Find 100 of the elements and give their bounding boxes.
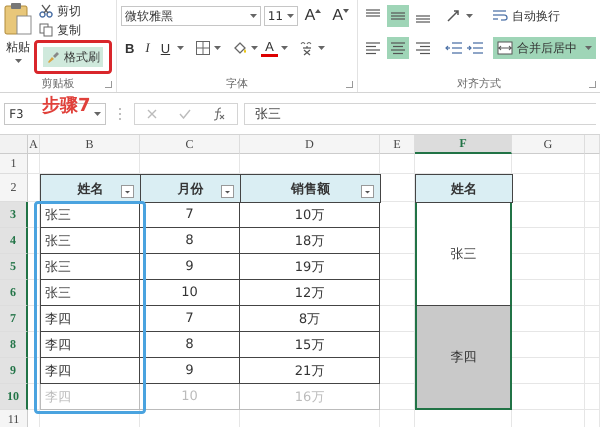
row-header[interactable]: 9 (0, 358, 28, 384)
table-cell: 10 (140, 280, 240, 306)
italic-button[interactable]: I (141, 40, 154, 56)
table-cell: 张三 (40, 254, 140, 280)
horizontal-align-button[interactable] (387, 37, 409, 59)
cut-button[interactable]: 剪切 (36, 2, 112, 20)
row-header[interactable]: 5 (0, 254, 28, 280)
borders-icon[interactable] (195, 40, 212, 56)
dropdown-arrow-icon[interactable] (286, 14, 294, 18)
grid-cell (28, 280, 40, 306)
dropdown-arrow-icon[interactable] (94, 112, 101, 116)
grid-cell (28, 384, 40, 410)
grid-cell (585, 174, 600, 202)
table-cell: 18万 (240, 228, 380, 254)
copy-icon (39, 23, 53, 37)
dropdown-arrow-icon[interactable] (214, 46, 222, 50)
row-header[interactable]: 2 (0, 174, 28, 202)
column-header[interactable]: A (28, 135, 40, 154)
shrink-font-button[interactable]: A (328, 7, 353, 25)
table-cell: 21万 (240, 358, 380, 384)
column-header[interactable]: C (140, 135, 240, 154)
grid-cell (585, 306, 600, 332)
dropdown-arrow-icon[interactable] (318, 46, 325, 50)
formula-field[interactable]: 张三 (244, 102, 596, 124)
wrap-text-button[interactable]: 自动换行 (488, 5, 564, 27)
underline-button[interactable]: U (156, 40, 174, 56)
grid-cell (28, 358, 40, 384)
increase-indent-icon[interactable] (466, 40, 484, 56)
format-painter-button[interactable]: 格式刷 (43, 47, 103, 67)
row-header[interactable]: 1 (0, 154, 28, 174)
paste-button[interactable]: 粘贴 (0, 0, 36, 74)
font-size-field[interactable]: 11 (264, 6, 298, 26)
dropdown-arrow-icon[interactable] (280, 46, 288, 50)
table-cell: 10 (140, 384, 240, 410)
grid-cell (585, 280, 600, 306)
table-cell: 李四 (40, 358, 140, 384)
row-header[interactable]: 4 (0, 228, 28, 254)
grid-cell (28, 254, 40, 280)
copy-button[interactable]: 复制 (36, 21, 112, 39)
dialog-launcher-icon[interactable] (346, 81, 353, 88)
dropdown-arrow-icon[interactable] (585, 46, 592, 50)
dialog-launcher-icon[interactable] (105, 81, 112, 88)
grid-cell (28, 154, 40, 174)
dropdown-arrow-icon[interactable] (466, 14, 473, 18)
insert-function-icon[interactable] (212, 106, 226, 120)
row-header[interactable]: 10 (0, 384, 28, 410)
decrease-indent-icon[interactable] (445, 40, 463, 56)
column-heading: 销售额 (291, 180, 330, 198)
column-header[interactable]: G (512, 135, 585, 154)
fill-bucket-icon[interactable] (232, 40, 248, 56)
merge-cells-icon (497, 41, 513, 55)
row-header[interactable]: 11 (0, 410, 28, 427)
grid-cell (585, 154, 600, 174)
column-header[interactable]: F (415, 135, 512, 154)
bold-button[interactable]: B (121, 40, 138, 56)
merged-cell: 李四 (415, 306, 512, 410)
filter-dropdown-icon[interactable] (221, 185, 234, 198)
wrap-text-icon (492, 9, 508, 23)
scissors-icon (39, 4, 53, 18)
grid-cell (585, 358, 600, 384)
merged-cell: 张三 (415, 202, 512, 306)
dropdown-arrow-icon[interactable] (251, 46, 258, 50)
font-color-button[interactable]: A (261, 40, 278, 56)
vertical-align-button[interactable] (387, 5, 409, 27)
merge-center-button[interactable]: 合并后居中 (493, 37, 596, 59)
table-cell: 张三 (40, 202, 140, 228)
brush-icon (46, 50, 60, 64)
column-header[interactable]: B (40, 135, 140, 154)
table-cell: 李四 (40, 384, 140, 410)
group-label: 对齐方式 (457, 76, 501, 90)
grid-cell (585, 384, 600, 410)
dropdown-arrow-icon[interactable] (177, 46, 184, 50)
grid-cell (585, 202, 600, 228)
splitter-handle-icon[interactable] (118, 106, 122, 120)
row-header[interactable]: 8 (0, 332, 28, 358)
group-label: 剪贴板 (42, 76, 74, 90)
up-triangle-icon (315, 9, 322, 13)
grid-cell (28, 306, 40, 332)
column-header[interactable]: D (240, 135, 380, 154)
column-header[interactable]: E (380, 135, 415, 154)
grid-cell (28, 228, 40, 254)
grid-cell (28, 202, 40, 228)
table-cell: 8 (140, 228, 240, 254)
filter-dropdown-icon[interactable] (121, 185, 134, 198)
table-cell: 张三 (40, 228, 140, 254)
dropdown-arrow-icon[interactable] (250, 14, 257, 18)
grow-font-button[interactable]: A (300, 7, 326, 25)
column-heading: 姓名 (78, 180, 104, 198)
table-cell: 7 (140, 306, 240, 332)
dropdown-arrow-icon[interactable] (14, 59, 22, 63)
row-header[interactable]: 3 (0, 202, 28, 228)
table-cell: 张三 (40, 280, 140, 306)
grid-cell (585, 254, 600, 280)
row-header[interactable]: 6 (0, 280, 28, 306)
filter-dropdown-icon[interactable] (361, 185, 374, 198)
dialog-launcher-icon[interactable] (589, 81, 596, 88)
table-cell: 15万 (240, 332, 380, 358)
font-name-field[interactable]: 微软雅黑 (121, 6, 261, 26)
row-header[interactable]: 7 (0, 306, 28, 332)
down-triangle-icon (343, 9, 349, 13)
